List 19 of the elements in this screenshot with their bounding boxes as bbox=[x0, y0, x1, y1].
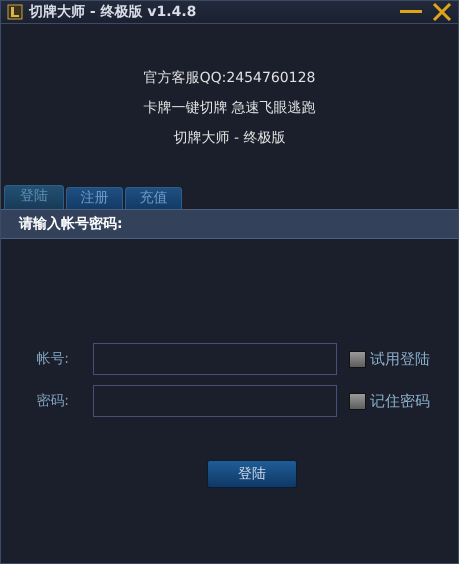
close-icon[interactable] bbox=[432, 3, 452, 21]
login-button[interactable]: 登陆 bbox=[207, 460, 297, 488]
input-field[interactable] bbox=[93, 343, 337, 375]
info-text: 卡牌一键切牌 急速飞眼逃跑 bbox=[143, 99, 316, 117]
field-label: 帐号: bbox=[35, 350, 70, 368]
minimize-icon[interactable] bbox=[400, 9, 422, 15]
field-label: 密码: bbox=[35, 392, 70, 410]
checkbox[interactable] bbox=[349, 392, 366, 410]
tab[interactable]: 注册 bbox=[66, 187, 123, 209]
info-text: 切牌大师 - 终极版 bbox=[174, 129, 286, 147]
checkbox[interactable] bbox=[349, 350, 366, 368]
checkbox-label[interactable]: 记住密码 bbox=[370, 392, 430, 410]
logo-icon bbox=[7, 4, 23, 20]
checkbox-label[interactable]: 试用登陆 bbox=[370, 350, 430, 368]
tab[interactable]: 充值 bbox=[125, 187, 182, 209]
input-field[interactable] bbox=[93, 385, 337, 417]
info-text: 官方客服QQ:2454760128 bbox=[144, 69, 316, 87]
window-title: 切牌大师 - 终极版 v1.4.8 bbox=[29, 3, 198, 21]
section-title: 请输入帐号密码: bbox=[19, 215, 123, 233]
